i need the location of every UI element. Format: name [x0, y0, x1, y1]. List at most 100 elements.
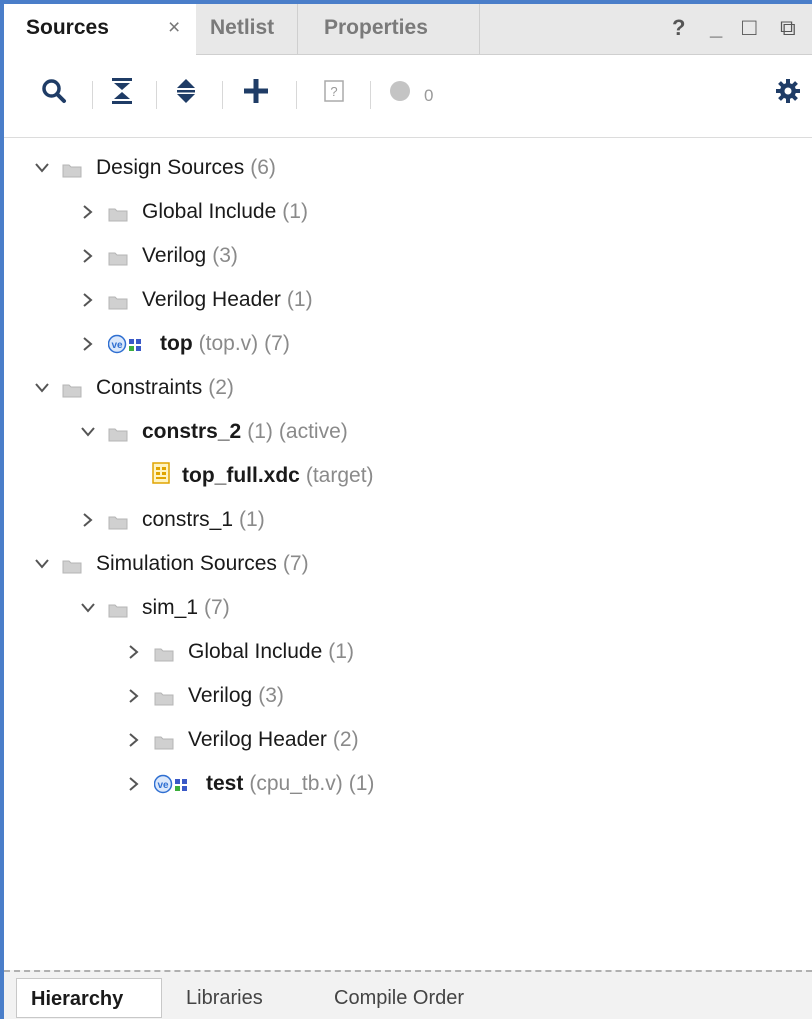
tree-count: (6) [250, 156, 276, 179]
chevron-down-icon[interactable] [78, 598, 98, 618]
folder-icon [154, 644, 174, 662]
tree-node-sim-global-include[interactable]: Global Include (1) [124, 630, 354, 674]
minimize-icon[interactable]: _ [710, 4, 722, 54]
tree-node-top-full-xdc[interactable]: top_full.xdc (target) [152, 454, 374, 498]
tree-node-verilog[interactable]: Verilog (3) [78, 234, 238, 278]
tree-label: top_full.xdc [182, 464, 300, 487]
tree-count: (1) [348, 772, 375, 795]
chevron-right-icon[interactable] [78, 290, 98, 310]
tree-file: (cpu_tb.v) [249, 772, 343, 795]
chevron-right-icon[interactable] [124, 774, 144, 794]
xdc-file-icon [152, 462, 170, 490]
tree-node-sim-verilog-header[interactable]: Verilog Header (2) [124, 718, 359, 762]
tree-node-test[interactable]: ve test (cpu_tb.v) (1) [124, 762, 374, 806]
svg-text:?: ? [330, 84, 337, 99]
tree-label: top [160, 332, 193, 355]
folder-icon [108, 424, 128, 442]
tree-node-sim-verilog[interactable]: Verilog (3) [124, 674, 284, 718]
chevron-down-icon[interactable] [32, 158, 52, 178]
tree-count: (3) [212, 244, 238, 267]
tab-close-icon[interactable]: × [168, 4, 180, 52]
folder-icon [108, 600, 128, 618]
tab-sources-label: Sources [26, 16, 109, 39]
chevron-right-icon[interactable] [78, 246, 98, 266]
tree-label: Verilog [188, 684, 253, 707]
folder-icon [108, 248, 128, 266]
status-count: 0 [424, 86, 434, 105]
tree-label: sim_1 [142, 596, 199, 619]
tab-hierarchy[interactable]: Hierarchy [16, 978, 162, 1018]
chevron-right-icon[interactable] [124, 686, 144, 706]
tab-sources[interactable]: Sources × [4, 4, 196, 55]
folder-icon [154, 688, 174, 706]
tree-count: (1) [282, 200, 308, 223]
chevron-right-icon[interactable] [78, 202, 98, 222]
unknown-icon[interactable]: ? [314, 73, 354, 109]
gear-icon[interactable] [768, 73, 808, 109]
tree-node-sim-1[interactable]: sim_1 (7) [78, 586, 230, 630]
chevron-right-icon[interactable] [78, 510, 98, 530]
tree-count: (7) [264, 332, 290, 355]
tree-node-top[interactable]: ve top (top.v) (7) [78, 322, 290, 366]
tree-count: (2) [332, 728, 359, 751]
tree-status: (target) [305, 464, 374, 487]
sources-panel: Sources × Netlist Properties ? _ □ ⧉ ? 0… [0, 0, 812, 1019]
help-icon[interactable]: ? [672, 4, 685, 54]
collapse-all-icon[interactable] [102, 73, 142, 109]
folder-icon [154, 732, 174, 750]
toolbar: ? 0 [4, 55, 812, 138]
toolbar-separator [92, 81, 93, 109]
bottom-tab-bar: Hierarchy Libraries Compile Order [4, 970, 812, 1019]
folder-icon [108, 292, 128, 310]
folder-icon [108, 512, 128, 530]
tab-libraries[interactable]: Libraries [186, 978, 263, 1018]
expand-all-icon[interactable] [166, 73, 206, 109]
tree-count: (1) [328, 640, 354, 663]
tree-node-simulation-sources[interactable]: Simulation Sources (7) [32, 542, 309, 586]
tree-count: (2) [208, 376, 234, 399]
float-icon[interactable]: ⧉ [780, 4, 796, 54]
status-dot-icon[interactable] [382, 73, 418, 109]
chevron-right-icon[interactable] [78, 334, 98, 354]
tree-label: Design Sources [96, 156, 245, 179]
tree-label: Global Include [142, 200, 277, 223]
tree-node-design-sources[interactable]: Design Sources (6) [32, 146, 276, 190]
tree-node-constrs-2[interactable]: constrs_2 (1) (active) [78, 410, 348, 454]
tab-properties[interactable]: Properties [298, 4, 480, 54]
tree-label: constrs_1 [142, 508, 234, 531]
tree-node-constrs-1[interactable]: constrs_1 (1) [78, 498, 265, 542]
tree-node-verilog-header[interactable]: Verilog Header (1) [78, 278, 313, 322]
toolbar-separator [370, 81, 371, 109]
folder-icon [62, 380, 82, 398]
tree-count: (3) [258, 684, 284, 707]
tree-count: (1) [247, 420, 273, 443]
folder-icon [62, 556, 82, 574]
chevron-down-icon[interactable] [78, 422, 98, 442]
chevron-down-icon[interactable] [32, 378, 52, 398]
chevron-right-icon[interactable] [124, 730, 144, 750]
toolbar-separator [296, 81, 297, 109]
verilog-module-icon: ve [154, 774, 194, 794]
tree-label: Global Include [188, 640, 323, 663]
chevron-down-icon[interactable] [32, 554, 52, 574]
tree-label: Constraints [96, 376, 203, 399]
add-icon[interactable] [236, 73, 276, 109]
tree-count: (7) [282, 552, 309, 575]
tree-status: (active) [278, 420, 348, 443]
tab-bar: Sources × Netlist Properties ? _ □ ⧉ [4, 4, 812, 55]
tree-node-global-include[interactable]: Global Include (1) [78, 190, 308, 234]
folder-icon [108, 204, 128, 222]
tree-label: constrs_2 [142, 420, 242, 443]
tab-netlist[interactable]: Netlist [196, 4, 298, 54]
tree-label: Verilog [142, 244, 207, 267]
search-icon[interactable] [34, 73, 74, 109]
tree-label: Verilog Header [188, 728, 327, 751]
tree-node-constraints[interactable]: Constraints (2) [32, 366, 234, 410]
folder-icon [62, 160, 82, 178]
maximize-icon[interactable]: □ [742, 4, 757, 54]
tab-compile-order[interactable]: Compile Order [334, 978, 464, 1018]
chevron-right-icon[interactable] [124, 642, 144, 662]
tree-label: Verilog Header [142, 288, 281, 311]
toolbar-separator [156, 81, 157, 109]
tree-label: test [206, 772, 244, 795]
